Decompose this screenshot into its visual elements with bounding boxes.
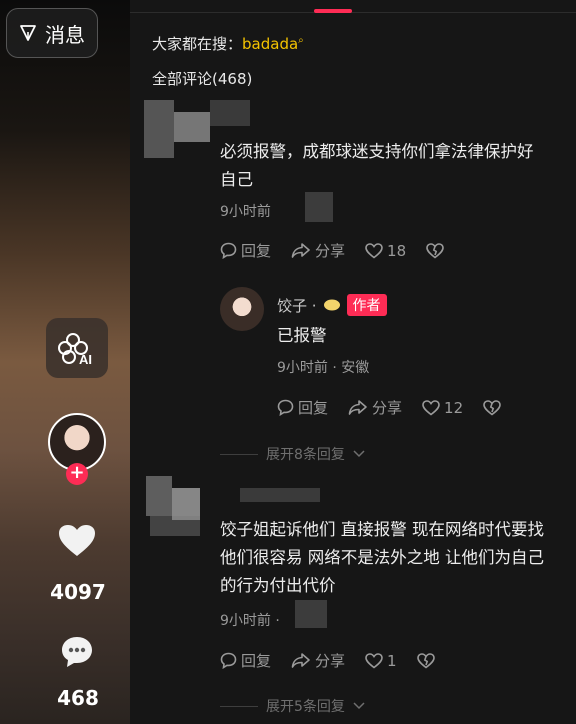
heart-outline-icon (365, 242, 383, 259)
like-count: 1 (387, 651, 397, 670)
like-button[interactable]: 18 (365, 242, 406, 260)
broken-heart-icon (416, 652, 435, 669)
pixelated-name (305, 192, 333, 222)
reply-bubble-icon (277, 399, 294, 416)
like-button[interactable]: 12 (422, 399, 463, 417)
video-strip: 消息 AI + 4097 468 (0, 0, 130, 724)
reply-avatar[interactable] (220, 287, 264, 331)
comment-line: 饺子姐起诉他们 直接报警 现在网络时代要找 (220, 520, 544, 539)
reply-label: 回复 (241, 652, 272, 670)
comment-line: 自己 (220, 170, 253, 189)
reply-bubble-icon (220, 242, 237, 259)
message-button[interactable]: 消息 (6, 8, 98, 58)
share-arrow-icon (291, 653, 310, 668)
fan-badge-icon (323, 299, 340, 311)
pixelated-avatar (174, 112, 210, 142)
like-count: 4097 (50, 580, 106, 604)
comment-actions: 回复 分享 1 (220, 650, 435, 671)
dislike-button[interactable] (426, 242, 444, 259)
like-heart-icon[interactable] (58, 524, 96, 558)
like-count: 12 (444, 398, 464, 417)
like-button[interactable]: 1 (365, 652, 397, 670)
heart-outline-icon (365, 652, 383, 669)
like-count: 18 (387, 241, 407, 260)
divider (220, 705, 258, 707)
heart-outline-icon (422, 399, 440, 416)
ai-button[interactable]: AI (46, 318, 108, 378)
share-arrow-icon (348, 400, 367, 415)
comment-text: 必须报警，成都球迷支持你们拿法律保护好 自己 (220, 138, 565, 194)
expand-label: 展开8条回复 (266, 447, 345, 463)
send-icon (20, 25, 36, 41)
reply-author-name: 饺子 · (277, 296, 317, 315)
search-icon: ⌕ (298, 35, 304, 46)
expand-label: 展开5条回复 (266, 699, 345, 715)
reply-button[interactable]: 回复 (220, 650, 271, 671)
expand-replies-button[interactable]: 展开5条回复 (220, 696, 365, 716)
ai-flower-icon: AI (58, 333, 92, 367)
comment-bubble-icon[interactable] (60, 635, 94, 669)
pixelated-name (240, 488, 320, 502)
chevron-down-icon (353, 450, 365, 458)
reply-author[interactable]: 饺子 · 作者 (277, 294, 387, 316)
share-label: 分享 (315, 242, 346, 260)
dislike-button[interactable] (416, 652, 435, 669)
divider (220, 453, 258, 455)
reply-actions: 回复 分享 12 (277, 397, 501, 418)
broken-heart-icon (426, 242, 444, 259)
divider (130, 12, 576, 13)
pixelated-name (295, 600, 327, 628)
comment-text: 饺子姐起诉他们 直接报警 现在网络时代要找 他们很容易 网络不是法外之地 让他们… (220, 516, 565, 600)
share-button[interactable]: 分享 (291, 240, 345, 261)
dislike-button[interactable] (483, 399, 501, 416)
share-button[interactable]: 分享 (291, 650, 345, 671)
comment-line: 他们很容易 网络不是法外之地 让他们为自己 (220, 548, 544, 567)
search-keyword[interactable]: badada (242, 35, 298, 53)
comment-actions: 回复 分享 18 (220, 240, 444, 261)
broken-heart-icon (483, 399, 501, 416)
share-arrow-icon (291, 243, 310, 258)
comment-line: 的行为付出代价 (220, 576, 336, 595)
trending-search[interactable]: 大家都在搜：badada⌕ (152, 33, 304, 54)
message-label: 消息 (45, 22, 85, 47)
reply-bubble-icon (220, 652, 237, 669)
search-prefix: 大家都在搜： (152, 35, 243, 53)
reply-button[interactable]: 回复 (220, 240, 271, 261)
comment-count: 468 (57, 686, 99, 710)
comment-line: 必须报警，成都球迷支持你们拿法律保护好 (220, 142, 534, 161)
pixelated-name (210, 100, 250, 126)
ai-label: AI (79, 352, 92, 367)
share-label: 分享 (315, 652, 346, 670)
reply-text: 已报警 (277, 326, 327, 345)
share-button[interactable]: 分享 (348, 397, 402, 418)
author-badge: 作者 (346, 294, 387, 316)
reply-label: 回复 (298, 399, 329, 417)
comment-panel: 大家都在搜：badada⌕ 全部评论(468) 必须报警，成都球迷支持你们拿法律… (130, 0, 576, 724)
pixelated-avatar (146, 476, 172, 516)
tab-indicator (314, 9, 352, 13)
reply-time-location: 9小时前 · 安徽 (277, 360, 370, 376)
comments-count-title: 全部评论(468) (152, 70, 253, 88)
follow-plus-icon[interactable]: + (66, 463, 88, 485)
expand-replies-button[interactable]: 展开8条回复 (220, 444, 365, 464)
share-label: 分享 (372, 399, 403, 417)
comment-time: 9小时前 · (220, 613, 280, 629)
comment-time: 9小时前 (220, 204, 271, 220)
pixelated-avatar (150, 516, 200, 536)
chevron-down-icon (353, 702, 365, 710)
reply-label: 回复 (241, 242, 272, 260)
pixelated-avatar (144, 100, 174, 158)
reply-button[interactable]: 回复 (277, 397, 328, 418)
